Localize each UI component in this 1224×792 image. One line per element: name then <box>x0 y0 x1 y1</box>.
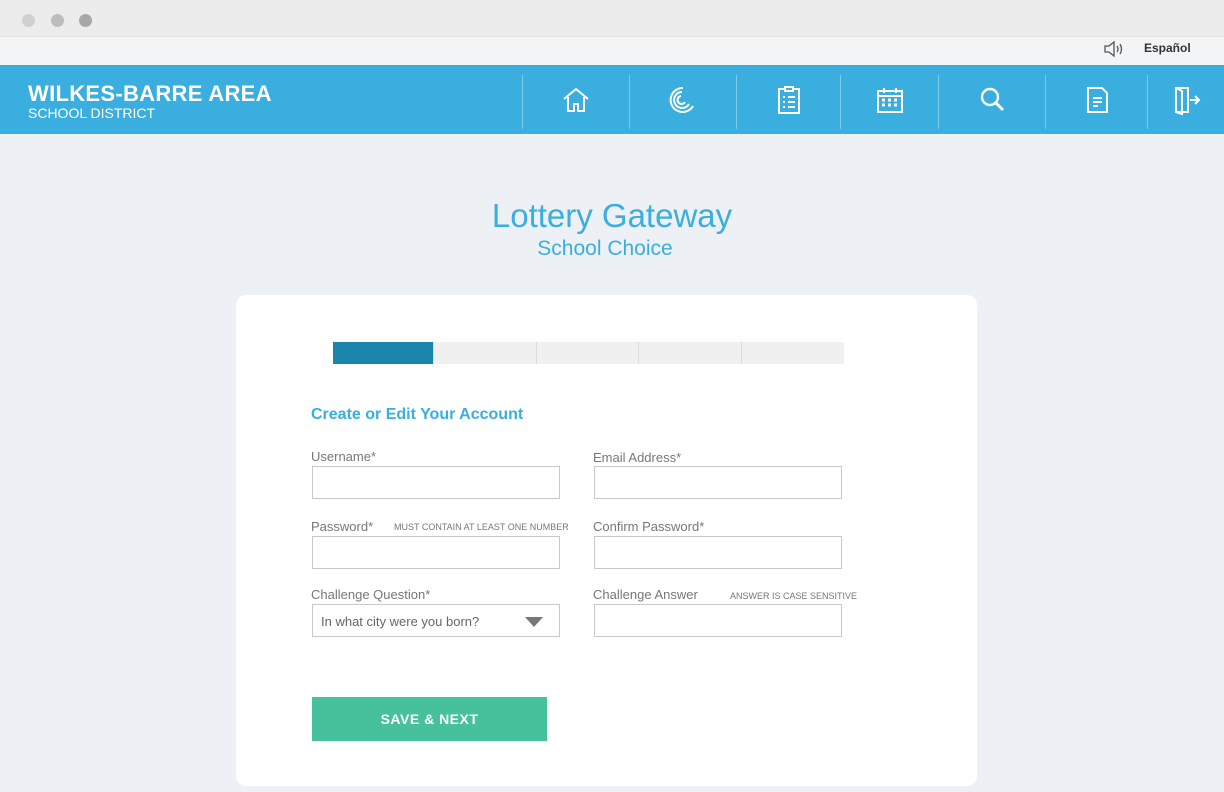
speaker-icon[interactable] <box>1103 40 1125 58</box>
search-icon <box>976 84 1008 121</box>
nav-progress-button[interactable] <box>629 75 736 129</box>
email-label: Email Address* <box>593 450 682 465</box>
progress-step-1 <box>333 342 433 364</box>
utility-bar <box>0 37 1224 65</box>
window-maximize-control[interactable] <box>79 14 92 27</box>
nav-logout-button[interactable] <box>1147 75 1224 129</box>
progress-step-2 <box>433 342 536 364</box>
calendar-icon <box>874 84 906 121</box>
nav-checklist-button[interactable] <box>736 75 840 129</box>
window-titlebar <box>0 0 1224 37</box>
challenge-answer-input[interactable] <box>594 604 842 637</box>
progress-step-5 <box>741 342 844 364</box>
progress-step-4 <box>638 342 741 364</box>
password-hint: MUST CONTAIN AT LEAST ONE NUMBER <box>394 522 569 532</box>
password-input[interactable] <box>312 536 560 569</box>
nav-documents-button[interactable] <box>1045 75 1147 129</box>
password-label: Password* <box>311 519 374 534</box>
chevron-down-icon <box>525 617 543 627</box>
username-input[interactable] <box>312 466 560 499</box>
logout-icon <box>1170 84 1202 121</box>
home-icon <box>560 84 592 121</box>
loading-icon <box>667 84 699 121</box>
challenge-answer-hint: ANSWER IS CASE SENSITIVE <box>730 591 858 601</box>
nav-calendar-button[interactable] <box>840 75 938 129</box>
nav-search-button[interactable] <box>938 75 1045 129</box>
section-title: Create or Edit Your Account <box>311 406 524 423</box>
challenge-question-label: Challenge Question* <box>311 587 431 602</box>
district-name[interactable]: WILKES-BARRE AREA <box>28 81 272 107</box>
page-subtitle: School Choice <box>537 237 673 260</box>
page-title: Lottery Gateway <box>491 197 733 234</box>
progress-steps <box>333 342 844 364</box>
challenge-question-value: In what city were you born? <box>321 614 480 629</box>
clipboard-icon <box>773 84 805 121</box>
window-close-control[interactable] <box>22 14 35 27</box>
document-icon <box>1081 84 1113 121</box>
email-input[interactable] <box>594 466 842 499</box>
challenge-answer-label: Challenge Answer <box>593 587 698 602</box>
challenge-question-select[interactable]: In what city were you born? <box>312 604 560 637</box>
save-next-button[interactable]: SAVE & NEXT <box>312 697 547 741</box>
username-label: Username* <box>311 449 377 464</box>
nav-home-button[interactable] <box>522 75 629 129</box>
progress-step-3 <box>536 342 638 364</box>
confirm-password-label: Confirm Password* <box>593 519 705 534</box>
confirm-password-input[interactable] <box>594 536 842 569</box>
district-subtitle: SCHOOL DISTRICT <box>28 105 156 121</box>
language-link[interactable]: Español <box>1144 41 1191 55</box>
window-minimize-control[interactable] <box>51 14 64 27</box>
